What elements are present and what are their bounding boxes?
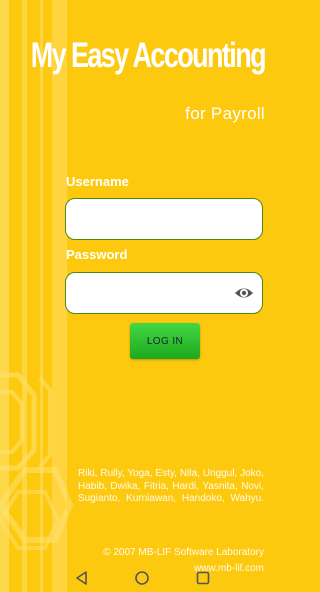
username-label: Username: [66, 174, 129, 189]
credits-text: Riki, Rully, Yoga, Esty, Nila, Unggul, J…: [78, 468, 264, 504]
system-navigation-bar: [0, 564, 285, 592]
password-input[interactable]: [76, 273, 240, 313]
username-field[interactable]: [65, 198, 263, 240]
back-triangle-icon[interactable]: [74, 570, 90, 586]
home-circle-icon[interactable]: [134, 570, 150, 586]
app-subtitle: for Payroll: [185, 104, 265, 123]
copyright-text: © 2007 MB-LIF Software Laboratory: [103, 547, 264, 558]
app-title: My Easy Accounting: [30, 36, 267, 75]
eye-icon[interactable]: [234, 285, 254, 301]
username-input[interactable]: [76, 199, 240, 239]
password-label: Password: [66, 247, 128, 262]
login-button[interactable]: LOG IN: [130, 323, 200, 359]
password-field[interactable]: [65, 272, 263, 314]
recents-square-icon[interactable]: [195, 570, 211, 586]
login-screen: My Easy Accounting for Payroll Username …: [0, 0, 285, 592]
